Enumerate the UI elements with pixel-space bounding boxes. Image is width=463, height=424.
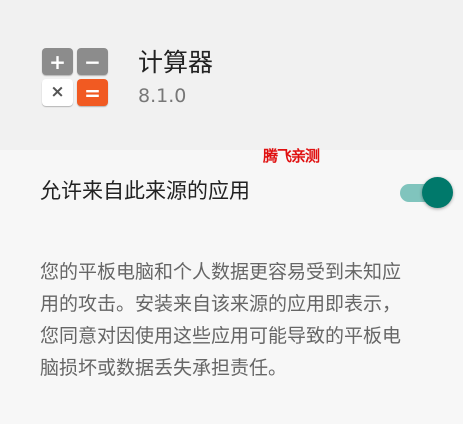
warning-line: 您的平板电脑和个人数据更容易受到未知应: [40, 261, 402, 283]
equals-key-icon: =: [77, 79, 108, 106]
watermark-text: 腾飞亲测: [263, 147, 320, 165]
allow-unknown-sources-row[interactable]: 允许来自此来源的应用: [0, 168, 463, 216]
warning-line: 脑损坏或数据丢失承担责任。: [40, 357, 288, 379]
app-header: + − × = 计算器 8.1.0: [0, 0, 463, 150]
app-name: 计算器: [138, 48, 214, 77]
calculator-app-icon: + − × =: [40, 46, 112, 108]
allow-unknown-sources-toggle[interactable]: [398, 176, 454, 210]
app-install-settings-page: + − × = 计算器 8.1.0 腾飞亲测 允许来自此来源的应用 您的平板电脑…: [0, 0, 463, 424]
warning-line: 用的攻击。安装来自该来源的应用即表示，: [40, 293, 402, 315]
app-version: 8.1.0: [138, 85, 187, 107]
security-warning-text: 您的平板电脑和个人数据更容易受到未知应 用的攻击。安装来自该来源的应用即表示， …: [40, 256, 458, 384]
allow-unknown-sources-label: 允许来自此来源的应用: [40, 179, 250, 203]
warning-line: 您同意对因使用这些应用可能导致的平板电: [40, 325, 402, 347]
plus-key-icon: +: [42, 48, 73, 75]
toggle-thumb: [422, 177, 453, 208]
multiply-key-icon: ×: [42, 79, 73, 106]
minus-key-icon: −: [77, 48, 108, 75]
